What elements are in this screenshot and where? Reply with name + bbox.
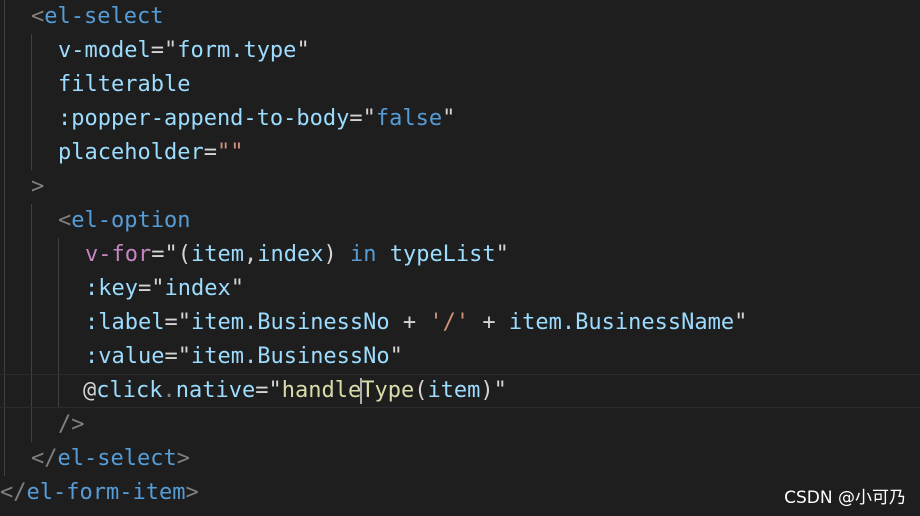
- equals-sign: =: [150, 38, 164, 63]
- equals-sign: =: [349, 106, 363, 131]
- equals-sign: =: [255, 378, 269, 403]
- code-line-11[interactable]: :value="item.BusinessNo": [0, 340, 920, 374]
- code-line-15[interactable]: </el-form-item>: [0, 476, 920, 510]
- code-line-10[interactable]: :label="item.BusinessNo + '/' + item.Bus…: [0, 306, 920, 340]
- keyword: in: [349, 242, 377, 267]
- tag-close-bracket: >: [31, 174, 45, 199]
- attribute-name: :value: [85, 344, 165, 369]
- attribute-name: :popper-append-to-body: [58, 106, 350, 131]
- attribute-name: click: [96, 378, 163, 403]
- code-line-2[interactable]: v-model="form.type": [0, 34, 920, 68]
- paren: (: [177, 242, 191, 267]
- code-line-1[interactable]: <el-select: [0, 0, 920, 34]
- tag-name: el-select: [57, 446, 177, 471]
- equals-sign: =: [164, 310, 178, 335]
- attribute-name: filterable: [58, 72, 191, 97]
- identifier: item: [427, 378, 481, 403]
- quote: ": [177, 310, 191, 335]
- code-line-9[interactable]: :key="index": [0, 272, 920, 306]
- identifier: typeList: [389, 242, 496, 267]
- attribute-name: :label: [85, 310, 165, 335]
- quote: ": [362, 106, 376, 131]
- quote: ": [268, 378, 282, 403]
- quote: ": [163, 38, 178, 63]
- self-closing-bracket: />: [58, 412, 85, 437]
- equals-sign: =: [164, 344, 178, 369]
- csdn-watermark: CSDN @小可乃: [784, 488, 906, 508]
- directive-name: v-for: [85, 242, 152, 267]
- quote: ": [734, 310, 748, 335]
- equals-sign: =: [203, 140, 217, 165]
- identifier: item.BusinessName: [508, 310, 735, 335]
- quote: ": [151, 276, 165, 301]
- quote: ": [177, 344, 191, 369]
- tag-name: el-option: [71, 208, 191, 233]
- attribute-value: "": [216, 140, 244, 165]
- code-line-6[interactable]: >: [0, 170, 920, 204]
- tag-open-bracket: </: [31, 446, 58, 471]
- attribute-name: v-model: [58, 38, 151, 63]
- tag-name: el-form-item: [26, 480, 186, 505]
- paren: (: [414, 378, 428, 403]
- tag-open-bracket: </: [0, 480, 27, 505]
- quote: ": [493, 378, 507, 403]
- paren: ): [480, 378, 494, 403]
- equals-sign: =: [137, 276, 152, 301]
- attribute-name: placeholder: [58, 140, 204, 165]
- code-line-14[interactable]: </el-select>: [0, 442, 920, 476]
- event-prefix: @: [83, 378, 97, 403]
- code-line-5[interactable]: placeholder="": [0, 136, 920, 170]
- function-name-part: handle: [281, 378, 362, 403]
- attribute-value: false: [375, 106, 443, 131]
- string-literal: '/': [429, 310, 470, 335]
- tag-open-bracket: <: [31, 4, 45, 29]
- quote: ": [164, 242, 178, 267]
- modifier-dot: .: [162, 378, 176, 403]
- function-name-part: Type: [361, 378, 415, 403]
- code-line-12-current[interactable]: @click.native="handleType(item)": [0, 374, 920, 408]
- code-editor[interactable]: <el-select v-model="form.type" filterabl…: [0, 0, 920, 516]
- quote: ": [230, 276, 244, 301]
- quote: ": [495, 242, 509, 267]
- code-line-13[interactable]: />: [0, 408, 920, 442]
- identifier: index: [257, 242, 324, 267]
- identifier: index: [164, 276, 231, 301]
- attribute-name: :key: [85, 276, 138, 301]
- tag-name: el-select: [44, 4, 164, 29]
- attribute-value: form.type: [177, 38, 297, 63]
- paren: ): [323, 242, 337, 267]
- operator: +: [469, 310, 509, 335]
- tag-open-bracket: <: [58, 208, 72, 233]
- equals-sign: =: [151, 242, 165, 267]
- quote: ": [296, 38, 310, 63]
- code-line-3[interactable]: filterable: [0, 68, 920, 102]
- code-line-8[interactable]: v-for="(item,index) in typeList": [0, 238, 920, 272]
- modifier-name: native: [175, 378, 256, 403]
- quote: ": [442, 106, 456, 131]
- identifier: item.BusinessNo: [190, 310, 390, 335]
- comma: ,: [243, 242, 258, 267]
- quote: ": [389, 344, 403, 369]
- identifier: item: [190, 242, 244, 267]
- operator: +: [389, 310, 430, 335]
- tag-close-bracket: >: [185, 480, 199, 505]
- code-line-7[interactable]: <el-option: [0, 204, 920, 238]
- code-line-4[interactable]: :popper-append-to-body="false": [0, 102, 920, 136]
- identifier: item.BusinessNo: [190, 344, 390, 369]
- tag-close-bracket: >: [176, 446, 190, 471]
